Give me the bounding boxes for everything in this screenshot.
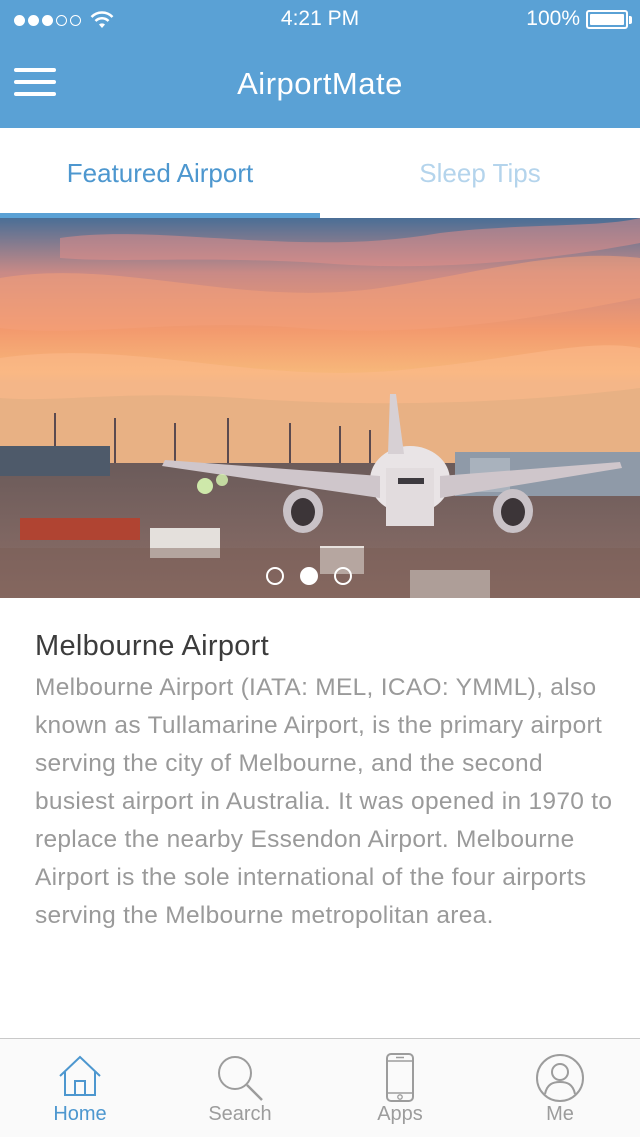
- featured-airport-carousel[interactable]: [0, 218, 640, 598]
- airport-description: Melbourne Airport Melbourne Airport (IAT…: [35, 630, 615, 935]
- status-bar: 4:21 PM 100%: [0, 0, 640, 38]
- nav-label: Search: [208, 1103, 272, 1125]
- nav-label: Apps: [377, 1103, 423, 1125]
- airport-body-text: Melbourne Airport (IATA: MEL, ICAO: YMML…: [35, 674, 613, 929]
- user-icon: [536, 1054, 584, 1102]
- app-header: 4:21 PM 100% AirportMate: [0, 0, 640, 128]
- nav-home[interactable]: Home: [0, 1039, 160, 1137]
- phone-icon: [386, 1053, 414, 1102]
- search-icon: [218, 1056, 263, 1101]
- carousel-pager: [266, 567, 368, 585]
- nav-label: Me: [546, 1103, 574, 1125]
- tab-label: Featured Airport: [66, 158, 254, 188]
- airport-sunset-photo: [0, 218, 640, 598]
- airport-title: Melbourne Airport: [35, 630, 269, 662]
- nav-search[interactable]: Search: [160, 1039, 320, 1137]
- nav-me[interactable]: Me: [480, 1039, 640, 1137]
- home-icon: [59, 1055, 101, 1096]
- carousel-dot[interactable]: [334, 567, 352, 585]
- carousel-dot-active[interactable]: [300, 567, 318, 585]
- nav-apps[interactable]: Apps: [320, 1039, 480, 1137]
- carousel-dot[interactable]: [266, 567, 284, 585]
- tab-featured-airport[interactable]: Featured Airport: [0, 128, 320, 218]
- battery-percent: 100%: [526, 7, 580, 30]
- battery-icon: [586, 9, 632, 29]
- nav-label: Home: [53, 1103, 107, 1125]
- tab-bar: Featured Airport Sleep Tips: [0, 128, 640, 218]
- tab-label: Sleep Tips: [419, 158, 541, 188]
- app-title: AirportMate: [237, 66, 403, 101]
- bottom-nav: Home Search Apps Me: [0, 1038, 640, 1137]
- tab-sleep-tips[interactable]: Sleep Tips: [320, 128, 640, 218]
